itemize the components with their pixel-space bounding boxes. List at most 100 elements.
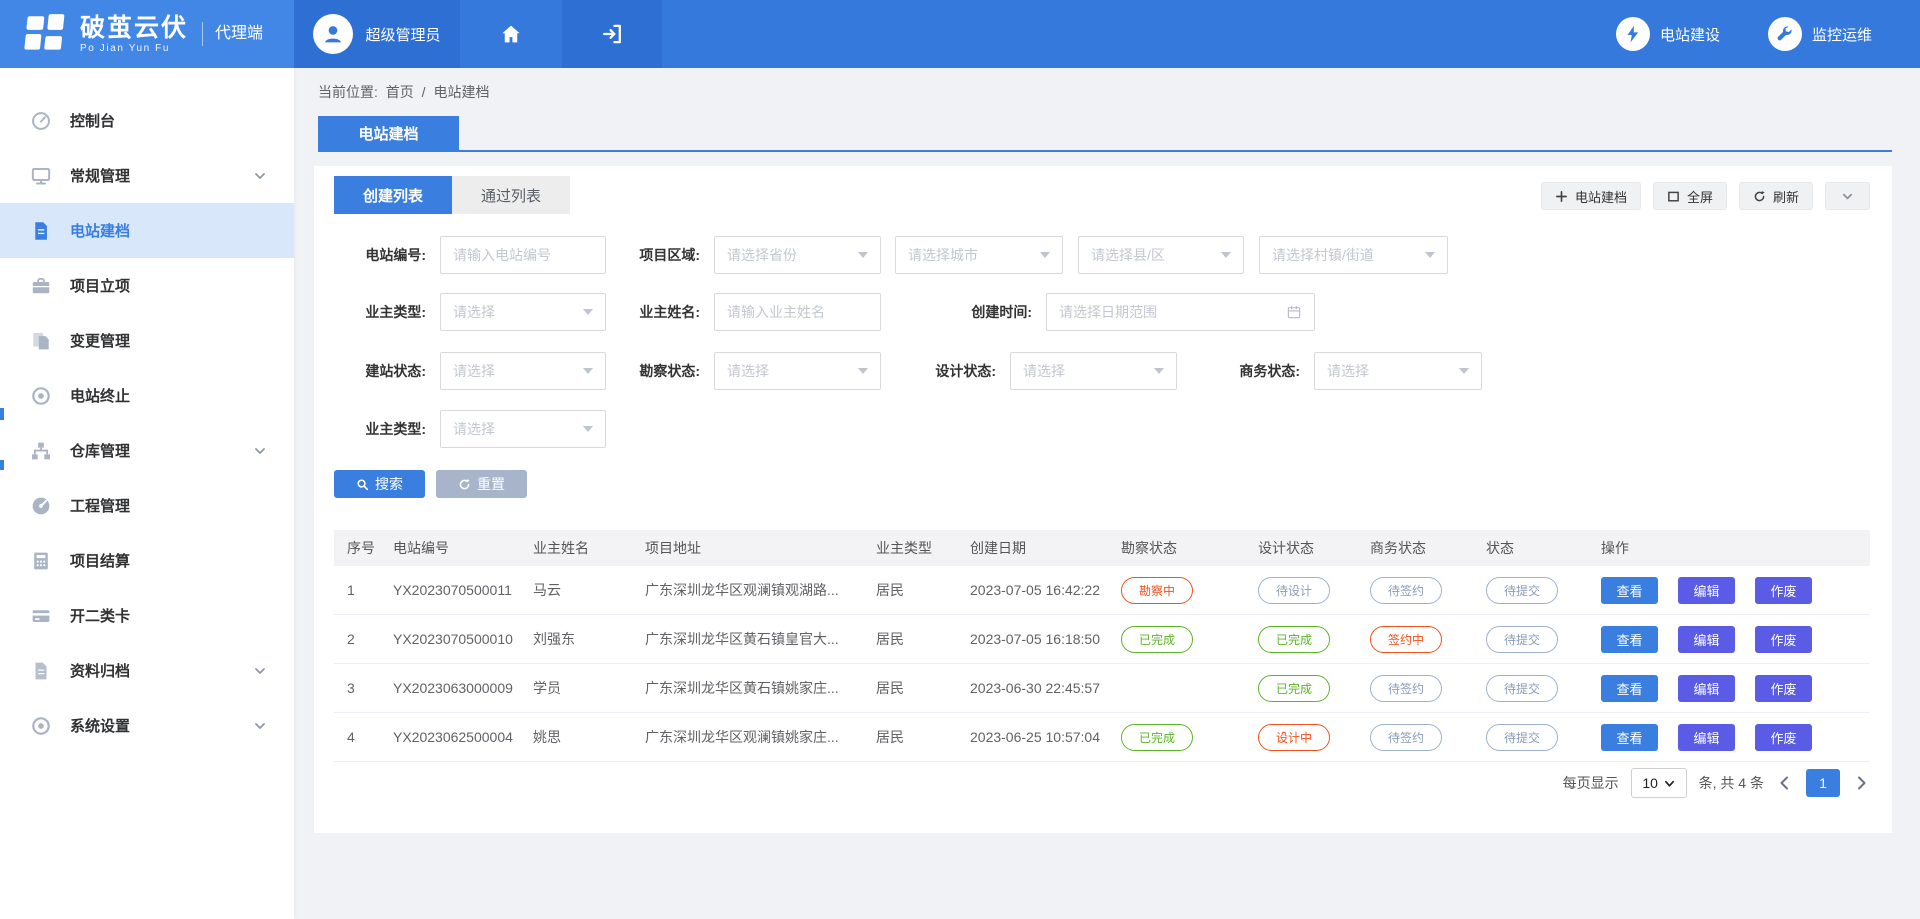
sidebar-item-label: 电站终止	[70, 385, 268, 406]
sidebar-item-project-settlement[interactable]: 项目结算	[0, 533, 294, 588]
design-status-select[interactable]: 请选择	[1010, 352, 1177, 390]
breadcrumb-current: 电站建档	[433, 84, 489, 100]
sidebar-item-system-settings[interactable]: 系统设置	[0, 698, 294, 753]
per-page-label: 每页显示	[1563, 773, 1619, 793]
view-button[interactable]: 查看	[1601, 675, 1658, 702]
monitor-icon	[30, 165, 52, 187]
owner-type-2-select[interactable]: 请选择	[440, 410, 606, 448]
sidebar-item-engineering-management[interactable]: 工程管理	[0, 478, 294, 533]
sidebar-item-station-termination[interactable]: 电站终止	[0, 368, 294, 423]
user-menu[interactable]: 超级管理员	[294, 0, 460, 68]
sidebar-item-project-initiation[interactable]: 项目立项	[0, 258, 294, 313]
design-status-badge: 已完成	[1258, 675, 1330, 702]
sidebar-item-label: 控制台	[70, 110, 268, 131]
app-subtitle: Po Jian Yun Fu	[80, 43, 188, 54]
user-icon	[321, 22, 345, 46]
station-code: YX2023063000009	[393, 680, 533, 696]
caret-down-icon	[858, 368, 868, 374]
void-button[interactable]: 作废	[1755, 626, 1812, 653]
gauge-icon	[30, 495, 52, 517]
sidebar-item-change-management[interactable]: 变更管理	[0, 313, 294, 368]
caret-down-icon	[583, 426, 593, 432]
col-index: 序号	[347, 538, 393, 558]
caret-down-icon	[1459, 368, 1469, 374]
filter-owner-type: 业主类型: 请选择	[334, 293, 606, 331]
page-tab-station-archive[interactable]: 电站建档	[318, 116, 459, 150]
county-select[interactable]: 请选择县/区	[1078, 236, 1244, 274]
field-label: 勘察状态:	[614, 352, 700, 390]
sidebar-item-station-archive[interactable]: 电站建档	[0, 203, 294, 258]
fullscreen-button[interactable]: 全屏	[1653, 182, 1727, 210]
sidebar-item-data-archive[interactable]: 资料归档	[0, 643, 294, 698]
village-select[interactable]: 请选择村镇/街道	[1259, 236, 1448, 274]
tab-created-list[interactable]: 创建列表	[334, 176, 452, 214]
home-button[interactable]	[460, 0, 562, 68]
province-select[interactable]: 请选择省份	[714, 236, 881, 274]
next-page-icon[interactable]	[1852, 774, 1870, 792]
nav-monitor-ops[interactable]: 监控运维	[1768, 0, 1872, 68]
panel-toolbar: 电站建档 全屏 刷新	[1541, 182, 1870, 210]
nav-station-build[interactable]: 电站建设	[1616, 0, 1720, 68]
sidebar-item-class2-card[interactable]: 开二类卡	[0, 588, 294, 643]
view-button[interactable]: 查看	[1601, 577, 1658, 604]
date-range-picker[interactable]	[1046, 293, 1315, 331]
page-number-button[interactable]: 1	[1806, 769, 1840, 797]
edit-button[interactable]: 编辑	[1678, 626, 1735, 653]
view-button[interactable]: 查看	[1601, 724, 1658, 751]
per-page-select[interactable]: 10	[1631, 768, 1687, 798]
build-status-select[interactable]: 请选择	[440, 352, 606, 390]
caret-down-icon	[1221, 252, 1231, 258]
filter-survey-status: 勘察状态: 请选择	[614, 352, 881, 390]
filter-build-status: 建站状态: 请选择	[334, 352, 606, 390]
breadcrumb-home-link[interactable]: 首页	[386, 84, 414, 100]
station-code-input[interactable]	[440, 236, 606, 274]
caret-down-icon	[583, 368, 593, 374]
sidebar-item-label: 常规管理	[70, 165, 252, 186]
logout-button[interactable]	[562, 0, 662, 68]
edit-button[interactable]: 编辑	[1678, 577, 1735, 604]
create-station-button[interactable]: 电站建档	[1541, 182, 1641, 210]
sidebar-item-label: 仓库管理	[70, 440, 252, 461]
app-header: 破茧云伏 Po Jian Yun Fu 代理端 超级管理员	[0, 0, 1920, 68]
owner-type-select[interactable]: 请选择	[440, 293, 606, 331]
pagination: 每页显示 10 条, 共 4 条 1	[1563, 768, 1870, 798]
logo-icon	[22, 11, 68, 57]
collapse-toolbar-button[interactable]	[1825, 182, 1870, 210]
scrollbar-thumb[interactable]	[0, 408, 4, 420]
field-label: 业主类型:	[334, 410, 426, 448]
tab-passed-list[interactable]: 通过列表	[452, 176, 570, 214]
table-row: 1 YX2023070500011 马云 广东深圳龙华区观澜镇观湖路... 居民…	[334, 566, 1870, 615]
city-select[interactable]: 请选择城市	[895, 236, 1063, 274]
filter-design-status: 设计状态: 请选择	[910, 352, 1177, 390]
business-status-badge: 签约中	[1370, 626, 1442, 653]
reset-button[interactable]: 重置	[436, 470, 527, 498]
edit-button[interactable]: 编辑	[1678, 675, 1735, 702]
prev-page-icon[interactable]	[1776, 774, 1794, 792]
view-button[interactable]: 查看	[1601, 626, 1658, 653]
void-button[interactable]: 作废	[1755, 577, 1812, 604]
chevron-down-icon	[252, 663, 268, 679]
sidebar-item-warehouse-management[interactable]: 仓库管理	[0, 423, 294, 478]
sidebar-item-general-management[interactable]: 常规管理	[0, 148, 294, 203]
edit-button[interactable]: 编辑	[1678, 724, 1735, 751]
col-station-code: 电站编号	[393, 538, 533, 558]
survey-status-badge: 已完成	[1121, 626, 1193, 653]
business-status-select[interactable]: 请选择	[1314, 352, 1482, 390]
owner-type: 居民	[876, 727, 970, 747]
scrollbar-thumb[interactable]	[0, 460, 4, 470]
plus-icon	[1555, 190, 1568, 203]
filter-owner-type-2: 业主类型: 请选择	[334, 410, 606, 448]
survey-status-select[interactable]: 请选择	[714, 352, 881, 390]
date-range-input[interactable]	[1059, 304, 1286, 320]
logo: 破茧云伏 Po Jian Yun Fu 代理端	[0, 0, 294, 68]
refresh-button[interactable]: 刷新	[1739, 182, 1813, 210]
design-status-badge: 待设计	[1258, 577, 1330, 604]
owner-name-input[interactable]	[714, 293, 881, 331]
sidebar-item-console[interactable]: 控制台	[0, 93, 294, 148]
void-button[interactable]: 作废	[1755, 724, 1812, 751]
search-button[interactable]: 搜索	[334, 470, 425, 498]
sidebar-item-label: 工程管理	[70, 495, 268, 516]
sidebar: 控制台 常规管理 电站建档 项目立项	[0, 68, 294, 919]
void-button[interactable]: 作废	[1755, 675, 1812, 702]
sidebar-item-label: 系统设置	[70, 715, 252, 736]
